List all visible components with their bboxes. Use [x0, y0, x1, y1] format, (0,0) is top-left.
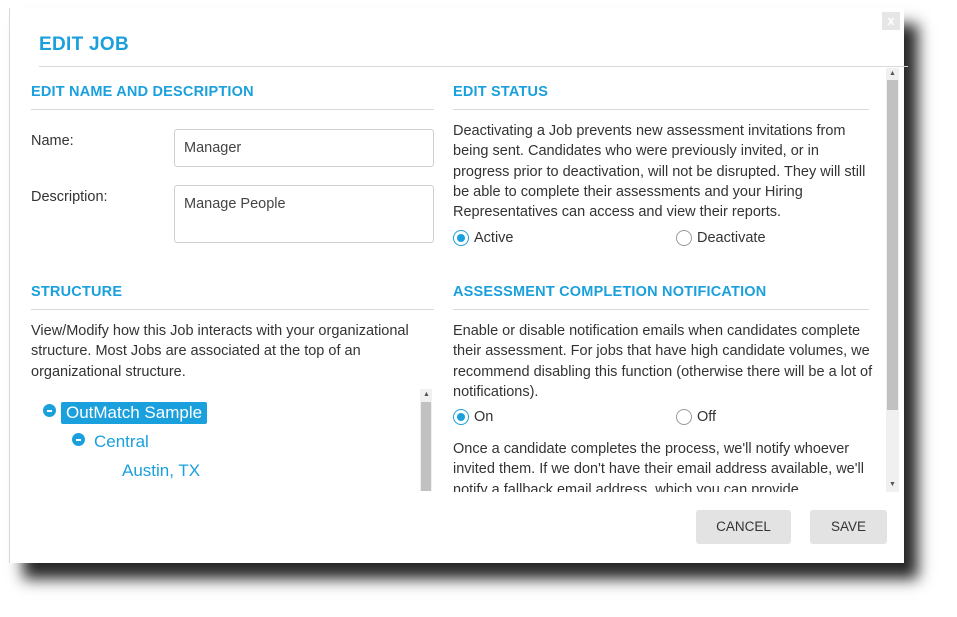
description-textarea[interactable]: Manage People	[174, 185, 434, 243]
notification-description: Enable or disable notification emails wh…	[453, 323, 873, 400]
notification-divider	[453, 309, 869, 310]
name-label: Name:	[31, 133, 74, 149]
edit-status-divider	[453, 109, 869, 110]
tree-scroll-thumb[interactable]	[421, 402, 431, 491]
content-scroll-thumb[interactable]	[887, 80, 898, 410]
radio-active[interactable]: Active	[453, 230, 514, 246]
edit-job-dialog: EDIT JOB EDIT NAME AND DESCRIPTION Name:…	[9, 8, 908, 563]
radio-unchecked-icon[interactable]	[676, 409, 692, 425]
tree-node-outmatch-sample[interactable]: OutMatch Sample	[61, 402, 208, 424]
radio-active-label: Active	[474, 230, 514, 246]
scroll-up-icon[interactable]: ▲	[889, 70, 896, 78]
edit-status-heading: EDIT STATUS	[453, 84, 549, 100]
tree-node-central[interactable]: Central	[94, 432, 149, 452]
scroll-up-icon[interactable]: ▲	[423, 391, 430, 399]
tree-scrollbar[interactable]: ▲	[420, 389, 432, 491]
edit-status-description: Deactivating a Job prevents new assessme…	[453, 123, 866, 221]
name-input[interactable]: Manager	[174, 129, 434, 167]
description-label: Description:	[31, 189, 108, 205]
radio-off[interactable]: Off	[676, 409, 716, 425]
structure-divider	[31, 309, 434, 310]
tree-node-austin[interactable]: Austin, TX	[122, 461, 200, 481]
radio-deactivate[interactable]: Deactivate	[676, 230, 766, 246]
notification-followup-clip: Once a candidate completes the process, …	[453, 439, 873, 492]
edit-name-heading: EDIT NAME AND DESCRIPTION	[31, 84, 254, 100]
radio-checked-icon[interactable]	[453, 409, 469, 425]
save-button[interactable]: SAVE	[810, 510, 887, 544]
structure-heading: STRUCTURE	[31, 284, 123, 300]
radio-on-label: On	[474, 409, 494, 425]
notification-followup: Once a candidate completes the process, …	[453, 441, 864, 492]
title-divider	[39, 66, 908, 67]
content-scrollbar[interactable]: ▲ ▼	[886, 68, 899, 492]
radio-on[interactable]: On	[453, 409, 493, 425]
notification-heading: ASSESSMENT COMPLETION NOTIFICATION	[453, 284, 767, 300]
radio-off-label: Off	[697, 409, 717, 425]
collapse-icon[interactable]	[43, 404, 56, 417]
radio-unchecked-icon[interactable]	[676, 230, 692, 246]
close-icon[interactable]: x	[882, 12, 900, 30]
radio-deactivate-label: Deactivate	[697, 230, 766, 246]
scroll-down-icon[interactable]: ▼	[889, 481, 896, 489]
dialog-title: EDIT JOB	[39, 34, 130, 55]
cancel-button[interactable]: CANCEL	[696, 510, 791, 544]
collapse-icon[interactable]	[72, 433, 85, 446]
structure-description: View/Modify how this Job interacts with …	[31, 323, 409, 380]
radio-checked-icon[interactable]	[453, 230, 469, 246]
edit-name-divider	[31, 109, 434, 110]
